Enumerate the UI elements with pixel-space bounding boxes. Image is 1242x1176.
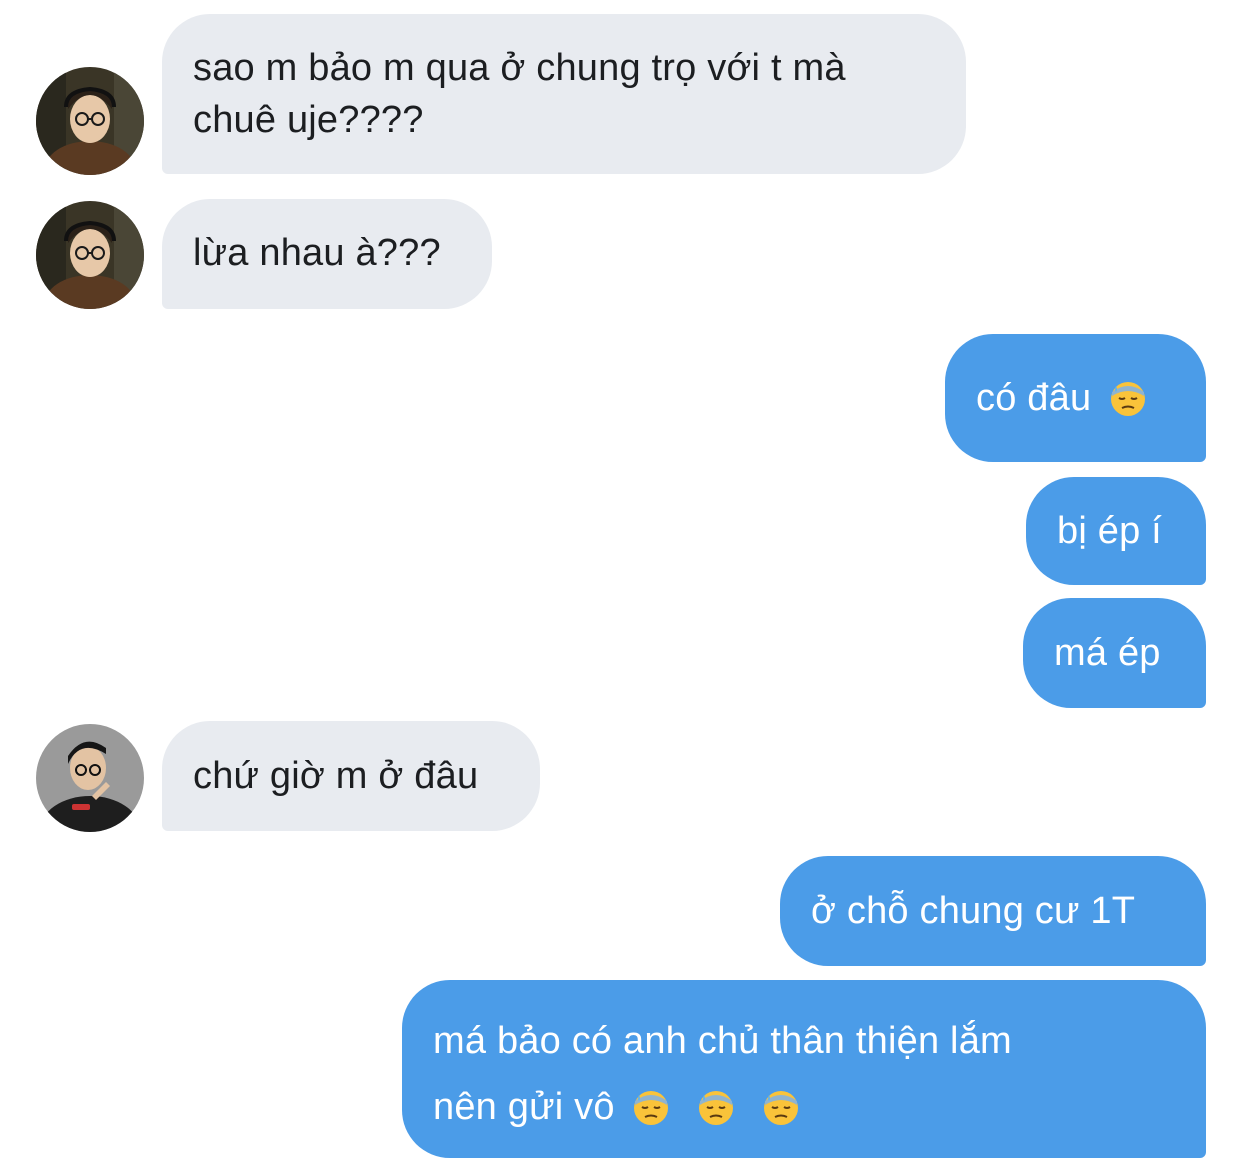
downcast-face-with-sweat-emoji — [696, 1087, 736, 1127]
message-text: má ép — [1054, 632, 1161, 674]
message-text: má bảo có anh chủ thân thiện lắm — [433, 1020, 1012, 1062]
message-bubble-outgoing[interactable]: má bảo có anh chủ thân thiện lắm nên gửi… — [402, 980, 1206, 1158]
chat-thread: sao m bảo m qua ở chung trọ với t mà chu… — [0, 0, 1242, 1176]
sender-avatar[interactable] — [36, 201, 144, 309]
downcast-face-with-sweat-emoji — [631, 1087, 671, 1127]
message-bubble-outgoing[interactable]: ở chỗ chung cư 1T — [780, 856, 1206, 966]
message-text: bị ép í — [1057, 510, 1162, 552]
downcast-face-with-sweat-emoji — [1108, 378, 1148, 418]
sender-avatar[interactable] — [36, 724, 144, 832]
message-bubble-incoming[interactable]: sao m bảo m qua ở chung trọ với t mà chu… — [162, 14, 966, 174]
message-bubble-incoming[interactable]: chứ giờ m ở đâu — [162, 721, 540, 831]
message-bubble-outgoing[interactable]: má ép — [1023, 598, 1206, 708]
downcast-face-with-sweat-emoji — [761, 1087, 801, 1127]
message-bubble-outgoing[interactable]: bị ép í — [1026, 477, 1206, 585]
message-bubble-incoming[interactable]: lừa nhau à??? — [162, 199, 492, 309]
message-text: chứ giờ m ở đâu — [193, 755, 479, 797]
message-text: sao m bảo m qua ở chung trọ với t mà — [193, 47, 846, 89]
message-text: lừa nhau à??? — [193, 232, 441, 274]
message-text: nên gửi vô — [433, 1086, 615, 1128]
message-text: có đâu — [976, 377, 1092, 419]
message-text: ở chỗ chung cư 1T — [811, 890, 1136, 932]
message-text: chuê uje???? — [193, 99, 424, 141]
message-bubble-outgoing[interactable]: có đâu — [945, 334, 1206, 462]
sender-avatar[interactable] — [36, 67, 144, 175]
